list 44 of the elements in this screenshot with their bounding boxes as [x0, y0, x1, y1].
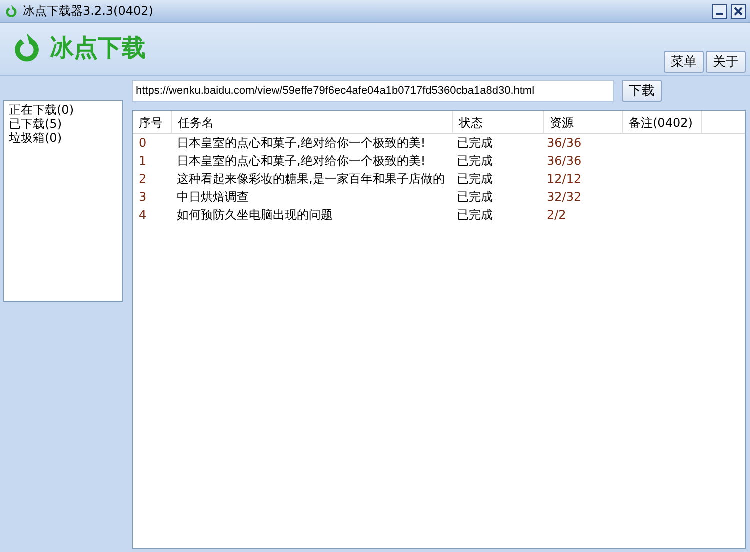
header-button[interactable]: 菜单 — [664, 51, 704, 73]
table-cell-text: 已完成 — [456, 170, 494, 188]
table-cell-text: 2/2 — [546, 208, 568, 222]
column-header[interactable]: 序号 — [133, 111, 172, 133]
close-button[interactable] — [731, 4, 746, 18]
table-cell-text: 已完成 — [456, 152, 494, 170]
minimize-button[interactable] — [712, 4, 727, 18]
column-header[interactable]: 资源 — [544, 111, 623, 133]
table-cell-text: 这种看起来像彩妆的糖果,是一家百年和果子店做的 — [176, 170, 446, 188]
table-cell-text: 已完成 — [456, 134, 494, 152]
column-header[interactable]: 状态 — [453, 111, 544, 133]
table-cell-text: 已完成 — [456, 206, 494, 224]
download-button[interactable]: 下载 — [622, 80, 662, 102]
sidebar-item[interactable]: 正在下载(0) — [9, 103, 117, 117]
table-cell-text: 如何预防久坐电脑出现的问题 — [176, 206, 334, 224]
logo-icon — [4, 4, 19, 18]
url-field[interactable]: https://wenku.baidu.com/view/59effe79f6ec4afe04a1b0717fd5360cba1a8d30.html — [132, 80, 614, 102]
window-title: 冰点下载器3.2.3(0402) — [23, 2, 154, 20]
table-cell-text: 2 — [138, 172, 148, 186]
table-cell-text: 日本皇室的点心和菓子,绝对给你一个极致的美! — [176, 134, 427, 152]
table-cell-text: 日本皇室的点心和菓子,绝对给你一个极致的美! — [176, 152, 427, 170]
table-cell-text: 36/36 — [546, 136, 583, 150]
table-row[interactable]: 3 中日烘焙调查 已完成 32/32 — [133, 188, 745, 206]
header-button[interactable]: 关于 — [706, 51, 746, 73]
table-row[interactable]: 4 如何预防久坐电脑出现的问题 已完成 2/2 — [133, 206, 745, 224]
sidebar-item[interactable]: 垃圾箱(0) — [9, 131, 117, 145]
table-cell-text: 4 — [138, 208, 148, 222]
table-cell-text: 3 — [138, 190, 148, 204]
close-icon — [734, 6, 743, 16]
table-cell-text: 已完成 — [456, 188, 494, 206]
table-cell-text: 32/32 — [546, 190, 583, 204]
table-cell-text: 0 — [138, 136, 148, 150]
column-header[interactable]: 备注(0402) — [623, 111, 702, 133]
table-row[interactable]: 0 日本皇室的点心和菓子,绝对给你一个极致的美! 已完成 36/36 — [133, 134, 745, 152]
column-header[interactable]: 任务名 — [172, 111, 453, 133]
table-row[interactable]: 1 日本皇室的点心和菓子,绝对给你一个极致的美! 已完成 36/36 — [133, 152, 745, 170]
minimize-icon — [716, 12, 723, 14]
sidebar-item[interactable]: 已下载(5) — [9, 117, 117, 131]
table-cell-text: 12/12 — [546, 172, 583, 186]
table-cell-text: 36/36 — [546, 154, 583, 168]
table-cell-text: 中日烘焙调查 — [176, 188, 250, 206]
table-cell-text: 1 — [138, 154, 148, 168]
logo-text: 冰点下载 — [50, 33, 146, 64]
table-row[interactable]: 2 这种看起来像彩妆的糖果,是一家百年和果子店做的 已完成 12/12 — [133, 170, 745, 188]
